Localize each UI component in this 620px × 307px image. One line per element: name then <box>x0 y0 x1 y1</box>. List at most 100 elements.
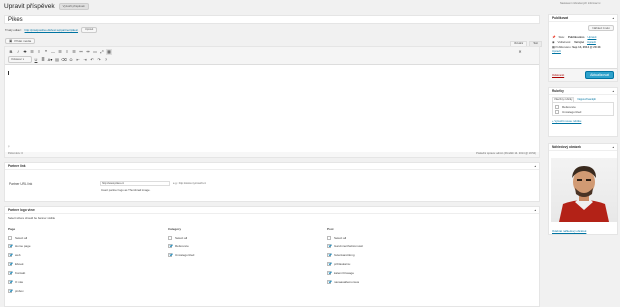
fullscreen-icon[interactable]: ⤢ <box>99 49 105 55</box>
bullet-list-icon[interactable]: ☰ <box>29 49 35 55</box>
categories-header[interactable]: Rubriky ▴ <box>549 88 617 95</box>
bold-icon[interactable]: B <box>8 49 14 55</box>
redo-icon[interactable]: ↷ <box>96 57 102 63</box>
page-heading: Upravit příspěvek Vytvořit příspěvek <box>4 3 89 10</box>
page-option-item[interactable]: Home page <box>8 244 158 248</box>
post-option-item[interactable]: Garvinnerthebiomusic <box>327 244 477 248</box>
underline-icon[interactable]: U <box>33 57 39 63</box>
add-new-category-link[interactable]: + Vytvořit novou rubriku <box>549 116 617 123</box>
featured-image-header[interactable]: Náhledový obrázek ▴ <box>549 144 617 151</box>
special-char-icon[interactable]: Ω <box>68 57 74 63</box>
strikethrough-icon[interactable]: S <box>22 49 28 55</box>
format-select-value[interactable]: Odstavec <box>11 58 22 61</box>
category-column-header: Category <box>168 227 182 231</box>
permalink-edit-button[interactable]: Upravit <box>81 27 98 33</box>
blockquote-icon[interactable]: ❝ <box>43 49 49 55</box>
category-select-all-checkbox[interactable] <box>168 236 172 240</box>
category-option-checkbox[interactable] <box>168 244 172 248</box>
post-option-item[interactable]: hulenkarottlong <box>327 253 477 257</box>
horizontal-line-icon[interactable]: — <box>50 49 56 55</box>
tab-all-categories[interactable]: Všechny rubriky <box>552 97 575 102</box>
page-option-checkbox[interactable] <box>8 271 12 275</box>
preview-changes-button[interactable]: Náhled změn <box>588 25 614 31</box>
page-option-checkbox[interactable] <box>8 280 12 284</box>
format-select[interactable]: Odstavec ▾ <box>8 56 32 63</box>
category-checklist-item[interactable]: Reference <box>555 105 611 109</box>
help-icon[interactable]: ? <box>103 57 109 63</box>
page-option-item[interactable]: Kontakt <box>8 271 158 275</box>
permalink-url[interactable]: http://pixelpositive.dk/test-wp/partner/… <box>25 28 78 32</box>
page-option-item[interactable]: O nás <box>8 280 158 284</box>
distraction-free-icon[interactable]: ✕ <box>517 49 523 55</box>
page-option-item[interactable]: web <box>8 253 158 257</box>
align-center-icon[interactable]: ≡ <box>64 49 70 55</box>
screen-options-label[interactable]: Nastavení zobrazených informací ▾ <box>560 2 601 5</box>
outdent-icon[interactable]: ⇤ <box>75 57 81 63</box>
clear-formatting-icon[interactable]: ⌫ <box>61 57 67 63</box>
category-option-item[interactable]: Reference <box>168 244 318 248</box>
undo-icon[interactable]: ↶ <box>89 57 95 63</box>
move-to-trash-link[interactable]: Odstranit <box>552 73 564 77</box>
collapse-arrow-icon[interactable]: ▴ <box>534 208 536 212</box>
paste-text-icon[interactable]: ▤ <box>54 57 60 63</box>
collapse-arrow-icon[interactable]: ▴ <box>534 164 536 168</box>
indent-icon[interactable]: ⇥ <box>82 57 88 63</box>
collapse-arrow-icon[interactable]: ▴ <box>612 145 614 149</box>
remove-featured-image-link[interactable]: Odebrat náhledový obrázek <box>549 222 617 233</box>
status-edit-link[interactable]: Upravit <box>588 35 597 39</box>
category-checklist-checkbox[interactable] <box>555 105 559 109</box>
post-option-item[interactable]: nanaasafiemonsus <box>327 280 477 284</box>
post-option-item[interactable]: kalemrClosage <box>327 271 477 275</box>
post-option-checkbox[interactable] <box>327 244 331 248</box>
update-button[interactable]: Aktualizovat <box>585 71 614 79</box>
page-select-all-checkbox[interactable] <box>8 236 12 240</box>
category-select-all[interactable]: Select all <box>168 236 318 240</box>
page-option-checkbox[interactable] <box>8 253 12 257</box>
partner-url-input[interactable]: http://www.pikes.cc <box>100 181 170 186</box>
link-icon[interactable]: ⚯ <box>78 49 84 55</box>
post-option-checkbox[interactable] <box>327 253 331 257</box>
collapse-arrow-icon[interactable]: ▴ <box>612 89 614 93</box>
category-option-item[interactable]: Uncategorized <box>168 253 318 257</box>
read-more-icon[interactable]: ▭ <box>92 49 98 55</box>
category-option-checkbox[interactable] <box>168 253 172 257</box>
page-option-checkbox[interactable] <box>8 262 12 266</box>
published-edit-link[interactable]: Upravit <box>552 49 561 53</box>
post-title-value[interactable]: Pikes <box>8 17 23 23</box>
add-media-label[interactable]: Přidat média <box>14 39 31 44</box>
unlink-icon[interactable]: ⚮ <box>85 49 91 55</box>
post-option-item[interactable]: prihlaskarnu <box>327 262 477 266</box>
tab-most-used[interactable]: Nejpoužívanější <box>577 98 595 102</box>
category-checklist-item[interactable]: Uncategorized <box>555 110 611 114</box>
post-title-input[interactable]: Pikes <box>4 15 540 24</box>
partner-link-header[interactable]: Partner link ▴ <box>5 163 539 170</box>
text-color-icon[interactable]: A▾ <box>47 57 53 63</box>
italic-icon[interactable]: I <box>15 49 21 55</box>
featured-image-thumbnail[interactable] <box>551 158 617 222</box>
visibility-edit-link[interactable]: Upravit <box>587 40 596 44</box>
add-media-button[interactable]: ▣ Přidat média <box>5 38 36 44</box>
justify-icon[interactable]: ≣ <box>40 57 46 63</box>
collapse-arrow-icon[interactable]: ▴ <box>612 16 614 20</box>
page-option-item[interactable]: Eboek <box>8 262 158 266</box>
editor-content-area[interactable] <box>5 65 539 145</box>
page-select-all[interactable]: Select all <box>8 236 158 240</box>
numbered-list-icon[interactable]: ≡ <box>36 49 42 55</box>
post-select-all-checkbox[interactable] <box>327 236 331 240</box>
screen-options-tab[interactable]: Nastavení zobrazených informací ▾ <box>560 0 620 5</box>
partner-logo-header[interactable]: Partner logo view ▴ <box>5 207 539 214</box>
align-right-icon[interactable]: ☰ <box>71 49 77 55</box>
post-option-checkbox[interactable] <box>327 271 331 275</box>
category-checklist-checkbox[interactable] <box>555 110 559 114</box>
post-option-checkbox[interactable] <box>327 262 331 266</box>
align-left-icon[interactable]: ☰ <box>57 49 63 55</box>
toolbar-toggle-icon[interactable]: ▦ <box>106 49 112 55</box>
page-option-checkbox[interactable] <box>8 289 12 293</box>
page-option-checkbox[interactable] <box>8 244 12 248</box>
publish-header[interactable]: Publikovat ▴ <box>549 15 617 22</box>
add-new-post-button[interactable]: Vytvořit příspěvek <box>58 3 89 10</box>
page-option-item[interactable]: pixbox <box>8 289 158 293</box>
post-select-all[interactable]: Select all <box>327 236 477 240</box>
category-select-all-label: Select all <box>175 236 188 240</box>
post-option-checkbox[interactable] <box>327 280 331 284</box>
